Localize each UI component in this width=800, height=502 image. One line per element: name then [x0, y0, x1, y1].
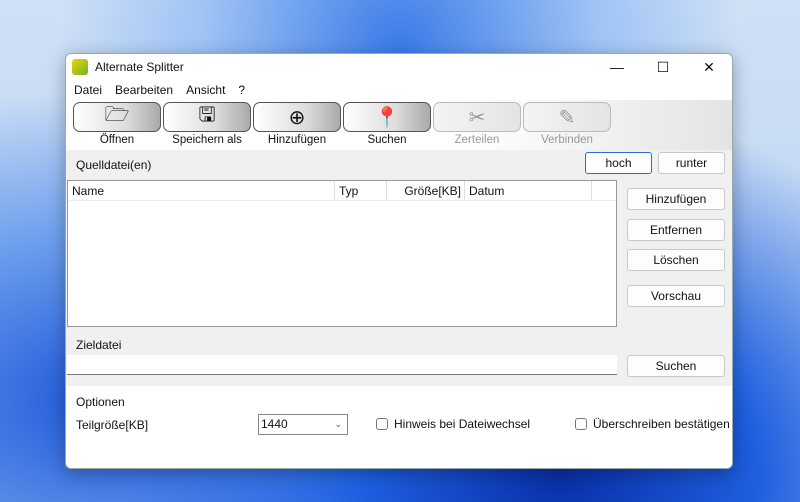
- options-label: Optionen: [76, 395, 125, 409]
- chevron-down-icon: ⌄: [334, 419, 342, 429]
- open-button[interactable]: 🗁 Öffnen: [73, 102, 161, 150]
- target-label: Zieldatei: [76, 338, 122, 352]
- overwrite-checkbox[interactable]: Überschreiben bestätigen: [575, 417, 730, 431]
- preview-button[interactable]: Vorschau: [627, 285, 725, 307]
- menu-datei[interactable]: Datei: [74, 83, 102, 97]
- menu-bearbeiten[interactable]: Bearbeiten: [115, 83, 173, 97]
- source-file-list[interactable]: Name Typ Größe[KB] Datum: [67, 180, 617, 327]
- title-bar: Alternate Splitter — ☐ ✕: [66, 54, 732, 80]
- overwrite-label: Überschreiben bestätigen: [593, 417, 730, 431]
- options-panel: Optionen Teilgröße[KB] 1440 ⌄ Hinweis bei…: [66, 386, 732, 468]
- close-button[interactable]: ✕: [686, 54, 732, 80]
- part-size-select[interactable]: 1440 ⌄: [258, 414, 348, 435]
- add-file-button[interactable]: Hinzufügen: [627, 188, 725, 210]
- add-button[interactable]: ⊕ Hinzufügen: [253, 102, 341, 150]
- part-size-value: 1440: [261, 417, 288, 431]
- move-down-button[interactable]: runter: [658, 152, 725, 174]
- window-title: Alternate Splitter: [95, 60, 184, 74]
- column-size[interactable]: Größe[KB]: [387, 181, 465, 200]
- save-as-button[interactable]: 🖫 Speichern als: [163, 102, 251, 150]
- open-label: Öffnen: [99, 134, 135, 146]
- source-label: Quelldatei(en): [76, 158, 152, 172]
- glue-icon: ✎: [523, 102, 611, 132]
- app-logo-icon: [72, 59, 88, 75]
- folder-open-icon: 🗁: [73, 102, 161, 132]
- checkbox-icon[interactable]: [376, 418, 388, 430]
- delete-file-button[interactable]: Löschen: [627, 249, 725, 271]
- notify-label: Hinweis bei Dateiwechsel: [394, 417, 531, 431]
- search-label: Suchen: [367, 134, 407, 146]
- add-label: Hinzufügen: [267, 134, 327, 146]
- menu-help[interactable]: ?: [238, 83, 245, 97]
- app-window: Alternate Splitter — ☐ ✕ Datei Bearbeite…: [65, 53, 733, 469]
- target-search-button[interactable]: Suchen: [627, 355, 725, 377]
- move-up-button[interactable]: hoch: [585, 152, 652, 174]
- notify-checkbox[interactable]: Hinweis bei Dateiwechsel: [376, 417, 530, 431]
- map-pin-icon: 📍: [343, 102, 431, 132]
- menu-ansicht[interactable]: Ansicht: [186, 83, 225, 97]
- checkbox-icon[interactable]: [575, 418, 587, 430]
- part-size-label: Teilgröße[KB]: [76, 418, 149, 432]
- column-date[interactable]: Datum: [465, 181, 592, 200]
- scissors-icon: ✂: [433, 102, 521, 132]
- plus-circle-icon: ⊕: [253, 102, 341, 132]
- maximize-button[interactable]: ☐: [640, 54, 686, 80]
- save-as-label: Speichern als: [172, 134, 242, 146]
- toolbar: 🗁 Öffnen 🖫 Speichern als ⊕ Hinzufügen 📍 Such…: [66, 100, 732, 150]
- menu-bar: Datei Bearbeiten Ansicht ?: [66, 80, 732, 100]
- floppy-disk-icon: 🖫: [163, 102, 251, 132]
- column-name[interactable]: Name: [68, 181, 335, 200]
- split-label: Zerteilen: [454, 134, 500, 146]
- column-type[interactable]: Typ: [335, 181, 387, 200]
- list-header: Name Typ Größe[KB] Datum: [68, 181, 616, 201]
- minimize-button[interactable]: —: [594, 54, 640, 80]
- remove-file-button[interactable]: Entfernen: [627, 219, 725, 241]
- split-button[interactable]: ✂ Zerteilen: [433, 102, 521, 150]
- search-button[interactable]: 📍 Suchen: [343, 102, 431, 150]
- target-file-input[interactable]: [67, 355, 617, 375]
- join-label: Verbinden: [541, 134, 593, 146]
- join-button[interactable]: ✎ Verbinden: [523, 102, 611, 150]
